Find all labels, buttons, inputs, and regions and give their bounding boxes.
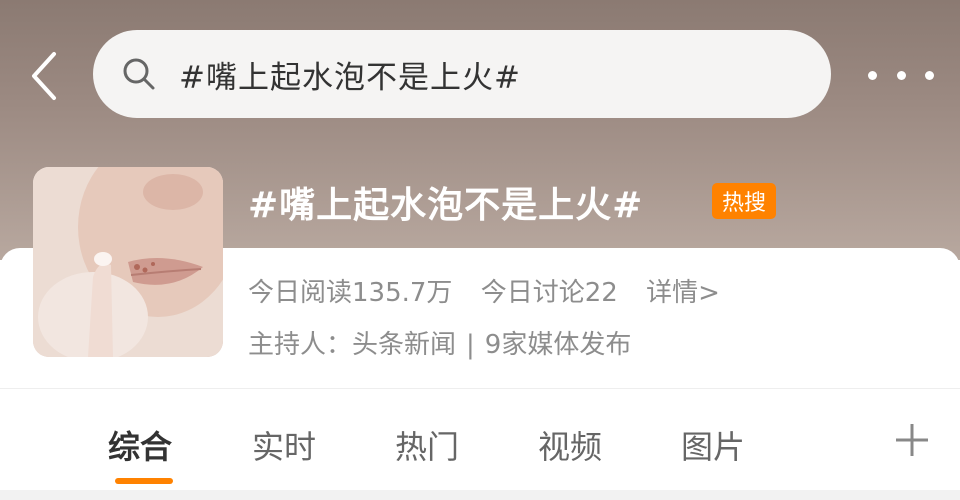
hot-search-badge: 热搜 [712, 183, 776, 219]
back-button[interactable] [22, 48, 66, 104]
discussion-count: 今日讨论22 [480, 278, 618, 308]
host-label[interactable]: 主持人：头条新闻 [248, 330, 456, 360]
topic-title: #嘴上起水泡不是上火# [248, 185, 644, 226]
tab-hot[interactable]: 热门 [395, 422, 459, 468]
content-divider [0, 490, 960, 500]
details-link[interactable]: 详情> [646, 278, 720, 308]
tab-comprehensive[interactable]: 综合 [108, 422, 172, 468]
add-tab-button[interactable] [892, 420, 932, 460]
dot [868, 70, 877, 80]
topic-thumbnail [33, 167, 223, 357]
dot [896, 70, 906, 80]
tab-realtime[interactable]: 实时 [252, 422, 316, 468]
active-tab-indicator [115, 478, 173, 484]
separator: | [466, 330, 475, 360]
chevron-left-icon [32, 52, 56, 100]
plus-icon [896, 424, 928, 456]
search-query[interactable]: #嘴上起水泡不是上火# [179, 52, 521, 97]
read-count: 今日阅读135.7万 [248, 278, 453, 308]
dot [925, 70, 934, 80]
topic-host-line: 主持人：头条新闻 | 9家媒体发布 [248, 324, 631, 361]
tab-bar: 综合 实时 热门 视频 图片 [0, 400, 960, 490]
tab-video[interactable]: 视频 [538, 422, 602, 468]
more-dots-icon[interactable] [868, 60, 934, 90]
tab-images[interactable]: 图片 [681, 422, 745, 468]
divider [0, 388, 960, 389]
search-bar[interactable]: #嘴上起水泡不是上火# [93, 30, 831, 118]
media-count[interactable]: 9家媒体发布 [485, 330, 632, 360]
search-icon [123, 58, 155, 90]
topic-stats: 今日阅读135.7万 今日讨论22 详情> [248, 272, 740, 309]
face-photo-image [33, 167, 223, 357]
